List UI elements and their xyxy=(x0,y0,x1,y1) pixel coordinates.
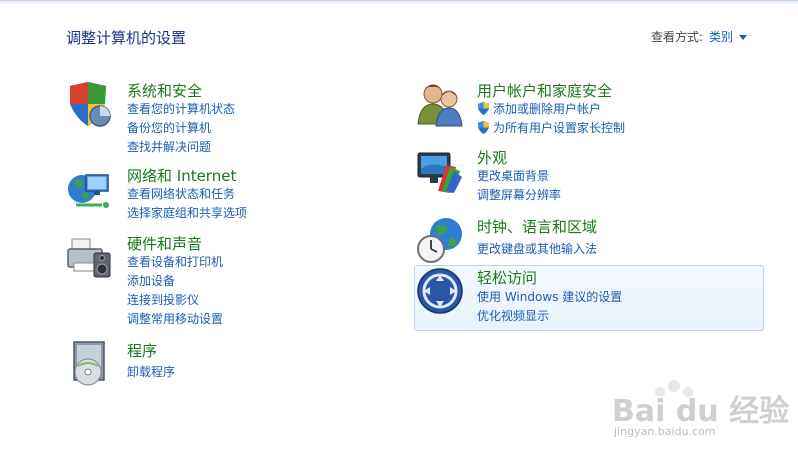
link-mobility-settings[interactable]: 调整常用移动设置 xyxy=(127,310,223,327)
link-parental-controls[interactable]: 为所有用户设置家长控制 xyxy=(477,119,625,136)
link-label[interactable]: 添加或删除用户帐户 xyxy=(493,102,601,116)
printer-speaker-icon[interactable] xyxy=(66,233,114,281)
monitor-palette-icon[interactable] xyxy=(416,147,464,195)
category-title[interactable]: 外观 xyxy=(477,147,507,168)
page-title: 调整计算机的设置 xyxy=(66,29,187,47)
watermark-logo: Bai du 经验 xyxy=(612,394,790,429)
link-homegroup-sharing[interactable]: 选择家庭组和共享选项 xyxy=(127,204,247,221)
category-title[interactable]: 程序 xyxy=(127,340,157,361)
category-title[interactable]: 系统和安全 xyxy=(127,80,202,101)
clock-globe-icon[interactable] xyxy=(416,216,464,264)
category-title[interactable]: 用户帐户和家庭安全 xyxy=(477,80,612,101)
link-backup-computer[interactable]: 备份您的计算机 xyxy=(127,119,211,136)
uac-shield-icon xyxy=(477,121,490,134)
link-troubleshoot[interactable]: 查找并解决问题 xyxy=(127,138,211,155)
view-by-control: 查看方式: 类别 xyxy=(651,28,748,45)
watermark-url: jingyan.baidu.com xyxy=(614,425,716,438)
link-connect-projector[interactable]: 连接到投影仪 xyxy=(127,291,199,308)
view-by-dropdown[interactable]: 类别 xyxy=(709,30,733,44)
link-add-device[interactable]: 添加设备 xyxy=(127,272,175,289)
shield-computer-icon[interactable] xyxy=(66,80,114,128)
link-label[interactable]: 为所有用户设置家长控制 xyxy=(493,121,625,135)
link-desktop-background[interactable]: 更改桌面背景 xyxy=(477,167,549,184)
link-devices-printers[interactable]: 查看设备和打印机 xyxy=(127,253,223,270)
network-globe-icon[interactable] xyxy=(66,165,114,213)
category-title[interactable]: 时钟、语言和区域 xyxy=(477,216,597,237)
category-title[interactable]: 轻松访问 xyxy=(477,267,537,288)
link-optimize-visual-display[interactable]: 优化视频显示 xyxy=(477,307,549,324)
users-icon[interactable] xyxy=(416,80,464,128)
ease-of-access-icon[interactable] xyxy=(416,267,464,315)
link-add-remove-accounts[interactable]: 添加或删除用户帐户 xyxy=(477,100,601,117)
view-by-label: 查看方式: xyxy=(651,30,704,44)
programs-disc-icon[interactable] xyxy=(66,340,114,388)
link-windows-suggested-settings[interactable]: 使用 Windows 建议的设置 xyxy=(477,288,622,305)
link-change-input-method[interactable]: 更改键盘或其他输入法 xyxy=(477,240,597,257)
link-screen-resolution[interactable]: 调整屏幕分辨率 xyxy=(477,186,561,203)
link-network-status[interactable]: 查看网络状态和任务 xyxy=(127,185,235,202)
link-uninstall-program[interactable]: 卸载程序 xyxy=(127,363,175,380)
category-title[interactable]: 网络和 Internet xyxy=(127,165,236,186)
chevron-down-icon[interactable] xyxy=(739,35,748,40)
link-view-computer-status[interactable]: 查看您的计算机状态 xyxy=(127,100,235,117)
window-top-border xyxy=(0,0,798,5)
category-title[interactable]: 硬件和声音 xyxy=(127,233,202,254)
uac-shield-icon xyxy=(477,102,490,115)
